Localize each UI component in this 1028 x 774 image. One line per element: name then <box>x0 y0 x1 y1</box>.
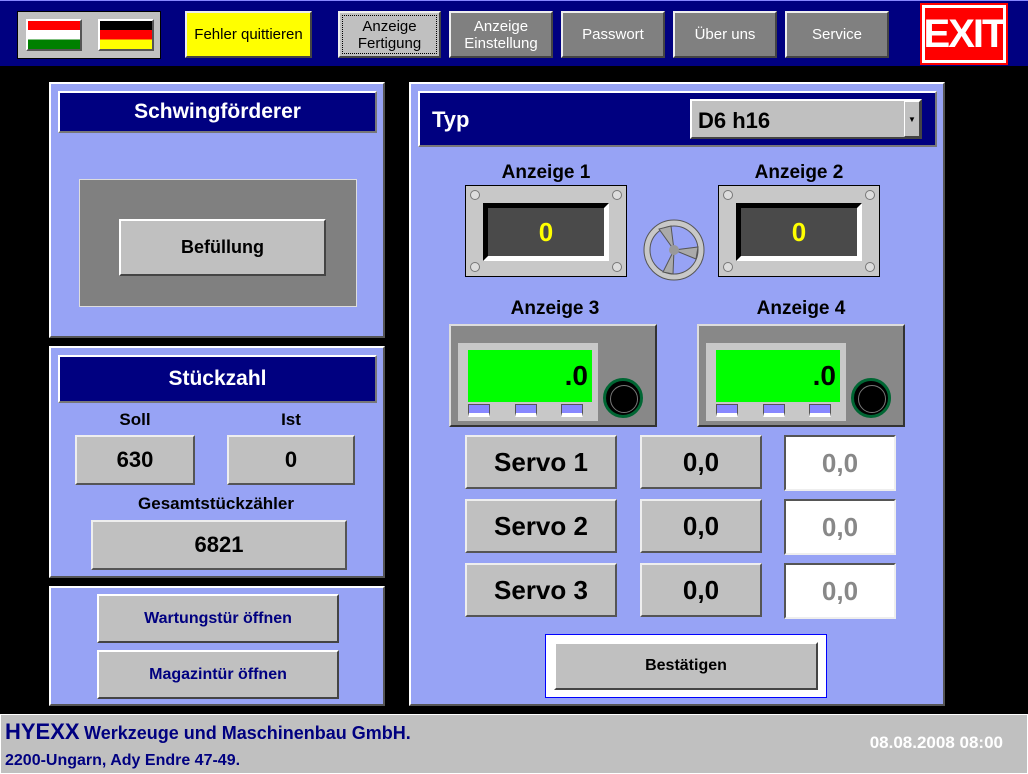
anzeige3-label: Anzeige 3 <box>510 298 600 319</box>
nav-ueber-uns[interactable]: Über uns <box>673 11 777 58</box>
knob-icon <box>851 378 891 418</box>
anzeige4-label: Anzeige 4 <box>756 298 846 319</box>
dropdown-arrow-icon[interactable]: ▼ <box>904 101 920 137</box>
servo2-label: Servo 2 <box>465 499 617 553</box>
anzeige2-label: Anzeige 2 <box>754 162 844 183</box>
bestaetigen-frame: Bestätigen <box>545 634 827 698</box>
einstellung-panel: Typ D6 h16 ▼ Anzeige 1 0 Anzeige 2 0 Anz… <box>409 82 945 706</box>
servo2-soll-input[interactable]: 0,0 <box>784 499 896 555</box>
anzeige2-display: 0 <box>718 185 880 277</box>
fan-icon <box>643 219 705 281</box>
nav-service[interactable]: Service <box>785 11 889 58</box>
nav-anzeige-fertigung[interactable]: Anzeige Fertigung <box>338 11 441 58</box>
anzeige4-value: .0 <box>716 350 840 402</box>
company-rest: Werkzeuge und Maschinenbau GmbH. <box>84 723 411 743</box>
soll-label: Soll <box>119 410 151 429</box>
anzeige4-display: .0 <box>697 324 905 427</box>
servo3-soll-input[interactable]: 0,0 <box>784 563 896 619</box>
tueren-panel: Wartungstür öffnen Magazintür öffnen <box>49 586 385 706</box>
exit-button[interactable]: EXIT <box>920 3 1008 65</box>
anzeige1-label: Anzeige 1 <box>501 162 591 183</box>
german-flag-button[interactable] <box>98 19 154 51</box>
servo3-ist: 0,0 <box>640 563 762 617</box>
typ-value: D6 h16 <box>698 108 771 133</box>
stueckzahl-panel: Stückzahl Soll Ist 630 0 Gesamtstückzähl… <box>49 346 385 578</box>
company-brand: HYEXX <box>5 719 80 744</box>
servo3-label: Servo 3 <box>465 563 617 617</box>
typ-header: Typ D6 h16 ▼ <box>418 91 937 147</box>
datetime: 08.08.2008 08:00 <box>869 733 1003 752</box>
anzeige1-value: 0 <box>483 203 609 261</box>
anzeige1-display: 0 <box>465 185 627 277</box>
bestaetigen-button[interactable]: Bestätigen <box>554 642 818 690</box>
typ-dropdown[interactable]: D6 h16 ▼ <box>690 99 922 139</box>
schwingfoerderer-panel: Schwingförderer Befüllung <box>49 82 385 338</box>
wartungstuer-button[interactable]: Wartungstür öffnen <box>97 594 339 643</box>
stueckzahl-title: Stückzahl <box>58 355 377 403</box>
nav-passwort[interactable]: Passwort <box>561 11 665 58</box>
hungarian-flag-button[interactable] <box>26 19 82 51</box>
anzeige3-display: .0 <box>449 324 657 427</box>
language-selector <box>17 11 161 59</box>
servo2-ist: 0,0 <box>640 499 762 553</box>
ist-value: 0 <box>227 435 355 485</box>
anzeige2-value: 0 <box>736 203 862 261</box>
nav-anzeige-einstellung[interactable]: Anzeige Einstellung <box>449 11 553 58</box>
magazintuer-button[interactable]: Magazintür öffnen <box>97 650 339 699</box>
fehler-quittieren-button[interactable]: Fehler quittieren <box>185 11 312 58</box>
knob-icon <box>603 378 643 418</box>
servo1-ist: 0,0 <box>640 435 762 489</box>
company-name: HYEXX Werkzeuge und Maschinenbau GmbH. <box>5 719 411 745</box>
gesamtstueckzaehler-value: 6821 <box>91 520 347 570</box>
schwingfoerderer-title: Schwingförderer <box>58 91 377 133</box>
top-toolbar: Fehler quittieren Anzeige Fertigung Anze… <box>0 0 1028 66</box>
servo1-soll-input[interactable]: 0,0 <box>784 435 896 491</box>
ist-label: Ist <box>281 410 301 429</box>
servo1-label: Servo 1 <box>465 435 617 489</box>
footer: HYEXX Werkzeuge und Maschinenbau GmbH. 2… <box>0 714 1028 774</box>
typ-label: Typ <box>432 107 470 132</box>
company-address: 2200-Ungarn, Ady Endre 47-49. <box>5 752 241 769</box>
befuellung-button[interactable]: Befüllung <box>119 219 326 276</box>
gesamtstueckzaehler-label: Gesamtstückzähler <box>138 494 294 513</box>
anzeige3-value: .0 <box>468 350 592 402</box>
soll-value[interactable]: 630 <box>75 435 195 485</box>
befuellung-frame: Befüllung <box>79 179 357 307</box>
